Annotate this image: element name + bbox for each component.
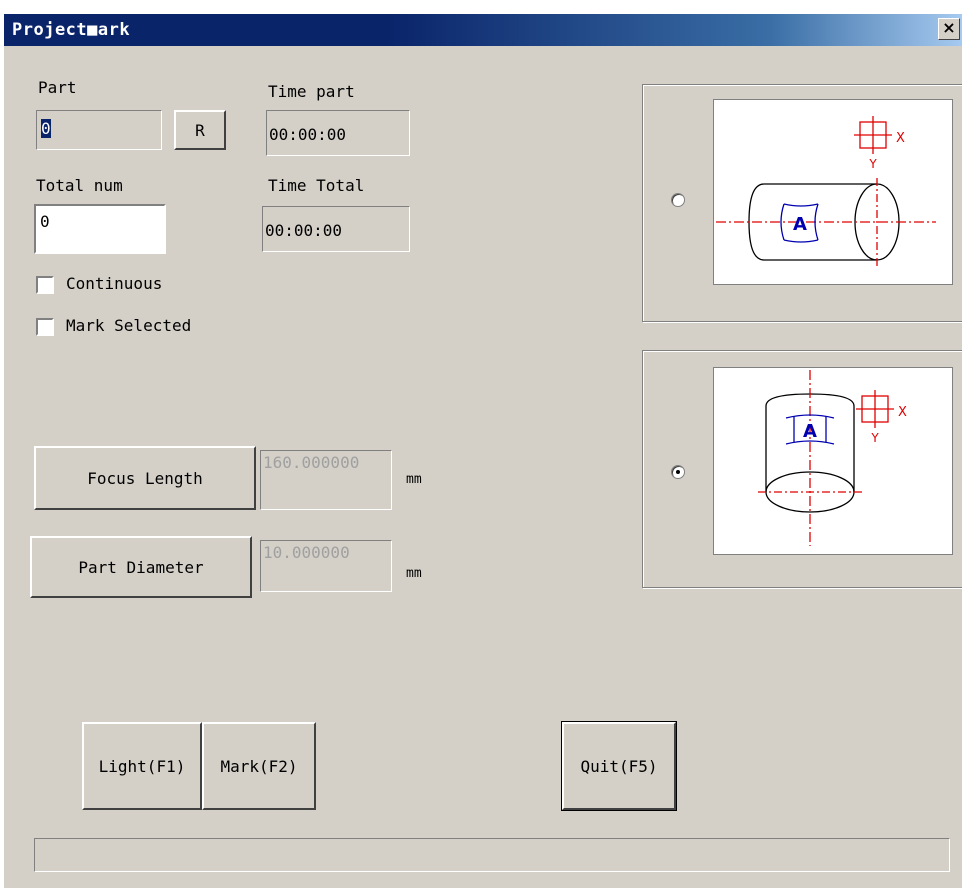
project-mark-dialog: Project■ark × Part 0 R Time part 00:00:0… [4, 14, 962, 888]
horizontal-cylinder-diagram: X Y A [713, 99, 953, 285]
v-mark-letter: A [803, 421, 817, 442]
horizontal-orientation-group: X Y A [642, 84, 962, 322]
part-label: Part [38, 78, 77, 97]
vertical-cylinder-svg: X Y A [758, 370, 907, 546]
progress-bar [34, 838, 950, 872]
mark-button[interactable]: Mark(F2) [202, 722, 316, 810]
focus-length-unit: mm [406, 472, 422, 487]
radio-selected-dot [676, 470, 680, 474]
title-bar: Project■ark × [4, 14, 962, 46]
time-part-label: Time part [268, 82, 355, 101]
reset-button[interactable]: R [174, 110, 226, 150]
mark-selected-checkbox[interactable] [36, 318, 54, 336]
vertical-orientation-radio[interactable] [671, 465, 685, 479]
continuous-label: Continuous [66, 274, 163, 293]
h-axis-y-label: Y [868, 157, 877, 171]
horizontal-orientation-radio[interactable] [671, 193, 685, 207]
total-num-value: 0 [40, 212, 50, 231]
v-axis-x-label: X [898, 405, 907, 420]
mark-selected-label: Mark Selected [66, 316, 192, 335]
vertical-cylinder-diagram: X Y A [713, 367, 953, 555]
light-button-label: Light(F1) [98, 756, 186, 776]
focus-length-button[interactable]: Focus Length [34, 446, 256, 510]
v-axis-y-label: Y [870, 431, 879, 445]
part-diameter-button-label: Part Diameter [78, 557, 204, 577]
continuous-checkbox[interactable] [36, 276, 54, 294]
focus-length-value: 160.000000 [263, 453, 360, 472]
mark-button-label: Mark(F2) [220, 756, 298, 776]
time-part-value: 00:00:00 [269, 125, 347, 144]
part-diameter-field[interactable]: 10.000000 [260, 540, 392, 592]
reset-button-label: R [195, 120, 205, 140]
time-part-field: 00:00:00 [266, 110, 410, 156]
time-total-value: 00:00:00 [265, 221, 343, 240]
vertical-orientation-group: X Y A [642, 350, 962, 588]
part-value: 0 [41, 119, 51, 138]
horizontal-cylinder-svg: X Y A [716, 116, 936, 266]
h-mark-letter: A [793, 214, 807, 235]
close-icon: × [942, 18, 956, 37]
part-diameter-button[interactable]: Part Diameter [30, 536, 252, 598]
time-total-field: 00:00:00 [262, 206, 410, 252]
time-total-label: Time Total [268, 176, 365, 195]
total-num-label: Total num [36, 176, 123, 195]
quit-button-label: Quit(F5) [580, 756, 658, 776]
focus-length-button-label: Focus Length [87, 468, 203, 488]
quit-button[interactable]: Quit(F5) [561, 721, 677, 811]
top-margin [4, 0, 962, 14]
total-num-input[interactable]: 0 [34, 204, 166, 254]
part-diameter-unit: mm [406, 566, 422, 581]
window-title: Project■ark [12, 20, 131, 40]
part-diameter-value: 10.000000 [263, 543, 350, 562]
h-axis-x-label: X [896, 131, 905, 146]
light-button[interactable]: Light(F1) [82, 722, 202, 810]
part-field[interactable]: 0 [36, 110, 162, 150]
close-button[interactable]: × [938, 18, 960, 40]
focus-length-field[interactable]: 160.000000 [260, 450, 392, 510]
